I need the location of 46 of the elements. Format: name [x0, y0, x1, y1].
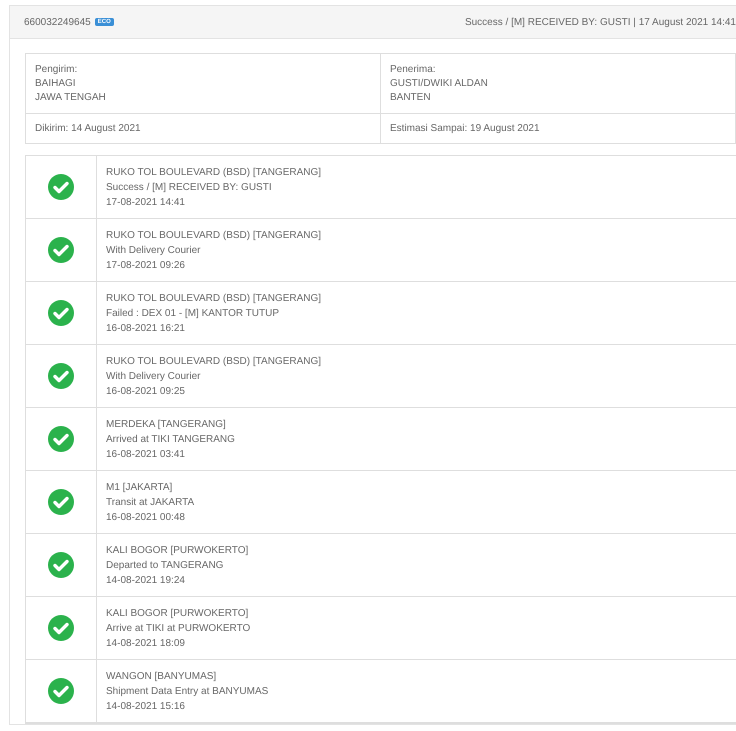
- sent-date: Dikirim: 14 August 2021: [35, 123, 142, 134]
- history-location: RUKO TOL BOULEVARD (BSD) [TANGERANG]: [106, 292, 322, 304]
- check-circle-icon: [48, 426, 74, 452]
- receiver-name: GUSTI/DWIKI ALDAN: [390, 78, 489, 89]
- history-location: MERDEKA [TANGERANG]: [106, 418, 227, 430]
- estimated-arrival: Estimasi Sampai: 19 August 2021: [390, 123, 541, 134]
- history-description: Arrived at TIKI TANGERANG: [106, 434, 236, 444]
- history-description: With Delivery Courier: [106, 244, 202, 256]
- history-time: 16-08-2021 09:25: [106, 386, 186, 396]
- history-time: 14-08-2021 15:16: [106, 700, 186, 712]
- check-circle-icon: [48, 174, 74, 200]
- history-description: Shipment Data Entry at BANYUMAS: [106, 686, 270, 696]
- history-location: RUKO TOL BOULEVARD (BSD) [TANGERANG]: [106, 230, 322, 240]
- history-location: M1 [JAKARTA]: [106, 482, 174, 492]
- check-circle-icon: [48, 237, 74, 263]
- history-location: WANGON [BANYUMAS]: [106, 670, 218, 682]
- receiver-label: Penerima:: [390, 64, 437, 75]
- history-time: 14-08-2021 18:09: [106, 638, 186, 648]
- check-circle-icon: [48, 615, 74, 641]
- history-time: 16-08-2021 03:41: [106, 448, 186, 460]
- history-time: 17-08-2021 14:41: [106, 196, 186, 208]
- history-description: Success / [M] RECEIVED BY: GUSTI: [106, 182, 273, 192]
- check-circle-icon: [48, 363, 74, 389]
- history-description: With Delivery Courier: [106, 370, 202, 382]
- history-description: Departed to TANGERANG: [106, 560, 224, 570]
- sender-label: Pengirim:: [35, 64, 78, 75]
- sender-region: JAWA TENGAH: [35, 92, 107, 103]
- history-description: Failed : DEX 01 - [M] KANTOR TUTUP: [106, 308, 280, 318]
- history-location: KALI BOGOR [PURWOKERTO]: [106, 544, 250, 556]
- sender-name: BAIHAGI: [35, 78, 77, 89]
- history-description: Transit at JAKARTA: [106, 496, 196, 508]
- history-description: Arrive at TIKI at PURWOKERTO: [106, 622, 252, 634]
- receiver-region: BANTEN: [390, 92, 432, 103]
- history-location: RUKO TOL BOULEVARD (BSD) [TANGERANG]: [106, 356, 322, 366]
- history-time: 14-08-2021 19:24: [106, 574, 186, 586]
- history-time: 16-08-2021 16:21: [106, 322, 186, 334]
- history-time: 17-08-2021 09:26: [106, 260, 186, 270]
- check-circle-icon: [48, 300, 74, 326]
- check-circle-icon: [48, 552, 74, 578]
- history-location: RUKO TOL BOULEVARD (BSD) [TANGERANG]: [106, 166, 322, 178]
- check-circle-icon: [48, 678, 74, 704]
- delivery-status: Success / [M] RECEIVED BY: GUSTI | 17 August 2021 14:41: [464, 16, 736, 28]
- history-time: 16-08-2021 00:48: [106, 512, 186, 522]
- history-location: KALI BOGOR [PURWOKERTO]: [106, 608, 250, 618]
- airway-bill-number: 660032249645: [24, 16, 91, 28]
- check-circle-icon: [48, 489, 74, 515]
